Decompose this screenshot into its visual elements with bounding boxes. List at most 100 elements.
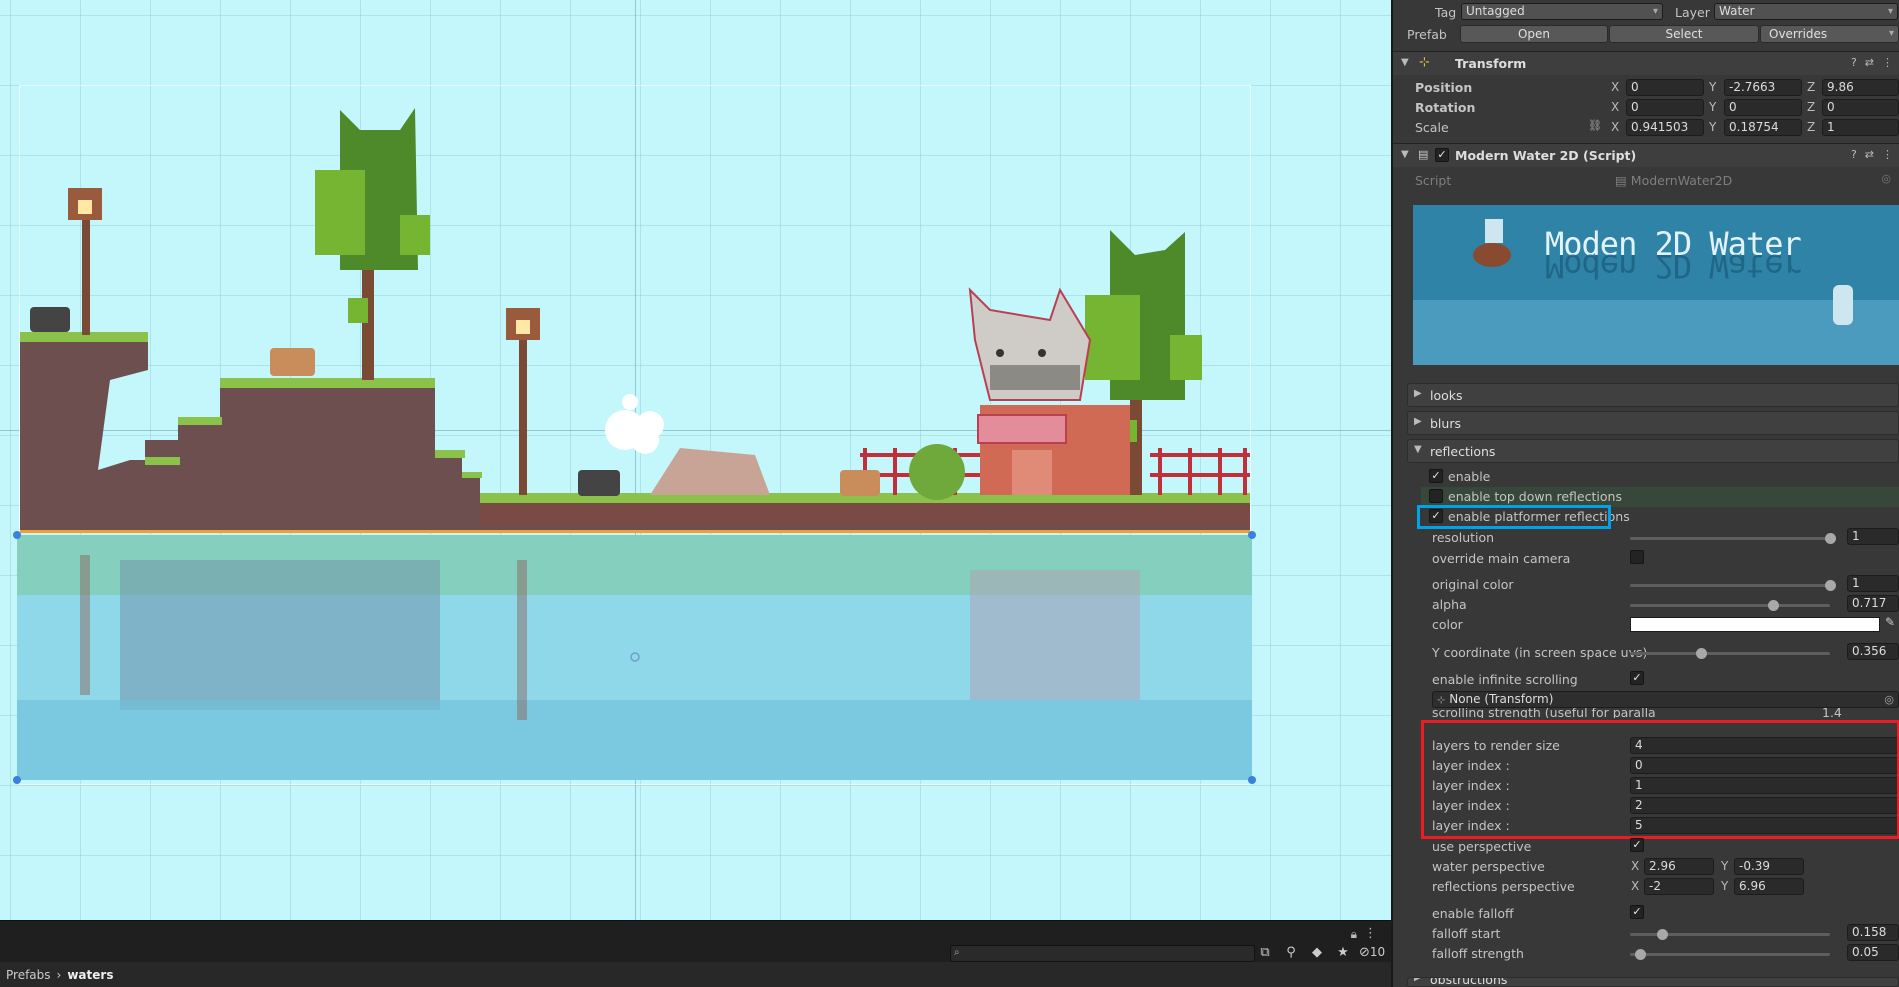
blue-annotation-box (1417, 505, 1611, 529)
breadcrumb: Prefabs › waters (0, 962, 1391, 987)
blurs-foldout[interactable]: ▶ blurs (1407, 411, 1899, 435)
use-perspective-checkbox[interactable]: ✓ (1630, 838, 1644, 852)
object-picker-icon[interactable]: ◎ (1881, 172, 1891, 185)
transform-object-field[interactable]: ⊹ None (Transform) ◎ (1432, 691, 1899, 708)
kebab-menu-icon[interactable]: ⋮ (1882, 148, 1893, 161)
position-y-field[interactable]: -2.7663 (1724, 79, 1802, 96)
z-axis-label: Z (1807, 120, 1816, 134)
enable-falloff-checkbox[interactable]: ✓ (1630, 905, 1644, 919)
script-label: Script (1415, 173, 1452, 188)
original-color-field[interactable]: 1 (1847, 575, 1899, 592)
z-axis-label: Z (1807, 80, 1816, 94)
rotation-z-field[interactable]: 0 (1822, 99, 1899, 116)
prefab-overrides-dropdown[interactable]: Overrides (1760, 25, 1899, 43)
link-icon[interactable]: ⛓ (1588, 119, 1602, 132)
foldout-open-icon: ▼ (1401, 57, 1409, 68)
scrolling-strength-label: scrolling strength (useful for paralla (1432, 708, 1656, 718)
filter-by-label-icon[interactable]: ⚲ (1281, 945, 1301, 960)
falloff-start-field[interactable]: 0.158 (1847, 924, 1899, 941)
override-camera-checkbox[interactable] (1630, 550, 1644, 564)
position-z-field[interactable]: 9.86 (1822, 79, 1899, 96)
object-picker-icon[interactable]: ◎ (1884, 692, 1894, 707)
kebab-menu-icon[interactable]: ⋮ (1882, 56, 1893, 69)
y-coordinate-slider-track[interactable] (1630, 652, 1830, 655)
scene-view[interactable] (0, 0, 1391, 920)
resolution-field[interactable]: 1 (1847, 528, 1899, 545)
override-camera-label: override main camera (1432, 551, 1571, 566)
filter-by-type-icon[interactable]: ⧉ (1255, 945, 1275, 960)
rotation-y-field[interactable]: 0 (1724, 99, 1802, 116)
alpha-label: alpha (1432, 597, 1467, 612)
tag-icon[interactable]: ◆ (1307, 945, 1327, 960)
tag-dropdown[interactable]: Untagged (1461, 3, 1663, 20)
hierarchy-search-input[interactable]: ⌕ (950, 945, 1255, 962)
scale-x-field[interactable]: 0.941503 (1626, 119, 1704, 136)
favorite-star-icon[interactable]: ★ (1333, 945, 1353, 960)
enable-reflections-label: enable (1448, 469, 1491, 484)
falloff-strength-field[interactable]: 0.05 (1847, 944, 1899, 961)
alpha-slider-knob[interactable] (1768, 600, 1780, 611)
falloff-strength-slider-track[interactable] (1630, 953, 1830, 956)
original-color-slider-track[interactable] (1630, 584, 1830, 587)
scrolling-strength-value: 1.4 (1822, 708, 1842, 718)
position-x-field[interactable]: 0 (1626, 79, 1704, 96)
kebab-menu-icon[interactable]: ⋮ (1364, 926, 1377, 941)
water-reflection (17, 535, 1252, 780)
original-color-slider-knob[interactable] (1825, 580, 1836, 591)
enable-falloff-label: enable falloff (1432, 906, 1514, 921)
component-enabled-checkbox[interactable]: ✓ (1435, 148, 1449, 162)
color-swatch[interactable] (1630, 617, 1880, 632)
scale-label: Scale (1415, 120, 1449, 135)
search-icon: ⌕ (954, 947, 960, 958)
enable-top-down-checkbox[interactable] (1429, 489, 1443, 503)
resolution-slider-track[interactable] (1630, 537, 1830, 540)
transform-header[interactable]: ▼ ⊹ Transform ? ⇄ ⋮ (1393, 51, 1899, 75)
prefab-select-button[interactable]: Select (1609, 25, 1759, 43)
lamp-post-left (68, 188, 102, 335)
looks-foldout[interactable]: ▶ looks (1407, 383, 1899, 407)
breadcrumb-item-prefabs[interactable]: Prefabs (6, 968, 51, 982)
rotation-label: Rotation (1415, 100, 1476, 115)
infinite-scrolling-checkbox[interactable]: ✓ (1630, 671, 1644, 685)
eyedropper-icon[interactable]: ✎ (1885, 615, 1895, 629)
water-perspective-x-field[interactable]: 2.96 (1644, 858, 1714, 875)
layer-dropdown[interactable]: Water (1714, 3, 1898, 20)
alpha-field[interactable]: 0.717 (1847, 595, 1899, 612)
y-axis-label: Y (1709, 120, 1717, 134)
z-axis-label: Z (1807, 100, 1816, 114)
water-perspective-y-field[interactable]: -0.39 (1734, 858, 1804, 875)
resolution-slider-knob[interactable] (1825, 533, 1836, 544)
reflections-perspective-y-field[interactable]: 6.96 (1734, 878, 1804, 895)
reflections-foldout[interactable]: ▼ reflections (1407, 439, 1899, 463)
preset-icon[interactable]: ⇄ (1865, 56, 1874, 69)
y-coordinate-field[interactable]: 0.356 (1847, 643, 1899, 660)
reflections-perspective-x-field[interactable]: -2 (1644, 878, 1714, 895)
scale-z-field[interactable]: 1 (1822, 119, 1899, 136)
obstructions-foldout[interactable]: ▶ obstructions (1407, 977, 1899, 987)
hidden-eye-icon[interactable]: ⊘10 (1359, 945, 1385, 960)
modern-water-header[interactable]: ▼ ▤ ✓ Modern Water 2D (Script) ? ⇄ ⋮ (1393, 143, 1899, 167)
help-icon[interactable]: ? (1851, 148, 1857, 161)
alpha-slider-track[interactable] (1630, 604, 1830, 607)
preset-icon[interactable]: ⇄ (1865, 148, 1874, 161)
prefab-open-button[interactable]: Open (1460, 25, 1608, 43)
scale-y-field[interactable]: 0.18754 (1724, 119, 1802, 136)
enable-reflections-checkbox[interactable]: ✓ (1429, 469, 1443, 483)
y-coordinate-slider-knob[interactable] (1696, 648, 1708, 659)
tag-label: Tag (1435, 5, 1457, 20)
script-reference-field: ▤ ModernWater2D (1615, 173, 1733, 188)
banner-title-reflection: Moden 2D Water (1545, 247, 1801, 285)
breadcrumb-item-current[interactable]: waters (67, 968, 113, 982)
hidden-count: 10 (1369, 945, 1386, 959)
level-scene (13, 108, 1256, 784)
help-icon[interactable]: ? (1851, 56, 1857, 69)
falloff-strength-slider-knob[interactable] (1635, 949, 1646, 960)
falloff-strength-label: falloff strength (1432, 946, 1524, 961)
rotation-x-field[interactable]: 0 (1626, 99, 1704, 116)
y-axis-label: Y (1709, 100, 1717, 114)
lock-icon[interactable]: 🔒︎ (1351, 927, 1357, 942)
y-axis-label: Y (1709, 80, 1717, 94)
water-perspective-label: water perspective (1432, 859, 1545, 874)
transform-title: Transform (1455, 56, 1527, 71)
falloff-start-slider-knob[interactable] (1656, 929, 1668, 940)
